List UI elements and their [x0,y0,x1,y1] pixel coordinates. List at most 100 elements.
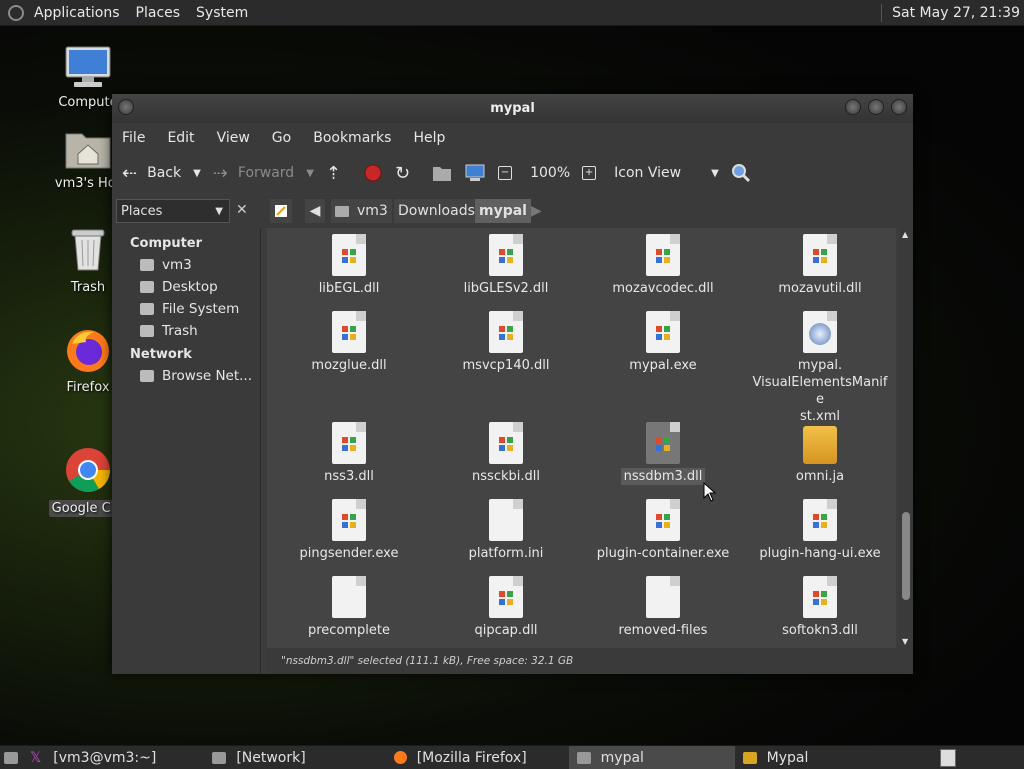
zoom-out-button[interactable]: − [498,166,518,180]
taskbar-item-terminal[interactable]: 𝕏 [vm3@vm3:~] [22,746,164,769]
breadcrumb-downloads[interactable]: Downloads [394,199,479,223]
menu-help[interactable]: Help [413,130,445,146]
file-item[interactable]: qipcap.dll [436,576,576,639]
file-item[interactable]: plugin-hang-ui.exe [750,499,890,562]
sidebar-item-vm3[interactable]: vm3 [140,257,260,273]
firefox-icon [393,751,407,764]
file-name: qipcap.dll [474,623,538,638]
up-button[interactable]: ⇡ [326,163,351,184]
menu-go[interactable]: Go [272,130,291,146]
file-item[interactable]: softokn3.dll [750,576,890,639]
xml-file-icon [803,311,837,353]
taskbar-item-label: [Network] [236,749,306,766]
menu-edit[interactable]: Edit [167,130,194,146]
workspace-switcher[interactable] [940,749,956,767]
scroll-up-icon[interactable]: ▲ [902,230,908,239]
minimize-button[interactable] [845,99,861,115]
window-menu-icon[interactable] [118,99,134,115]
forward-history-dropdown-icon[interactable]: ▼ [306,168,314,179]
scroll-down-icon[interactable]: ▼ [902,637,908,646]
file-item[interactable]: libEGL.dll [279,234,419,297]
search-button[interactable] [731,163,751,183]
file-item[interactable]: mozavutil.dll [750,234,890,297]
chevron-down-icon: ▼ [215,205,223,217]
file-item[interactable]: libGLESv2.dll [436,234,576,297]
executable-file-icon [803,234,837,276]
computer-icon [65,46,111,87]
file-item[interactable]: nss3.dll [279,422,419,485]
sidebar-item-desktop[interactable]: Desktop [140,279,260,295]
file-item[interactable]: omni.ja [750,422,890,485]
clock[interactable]: Sat May 27, 21:39 [892,5,1020,21]
file-item[interactable]: mozglue.dll [279,311,419,374]
close-button[interactable] [891,99,907,115]
sidebar-close-icon[interactable]: ✕ [236,202,248,218]
show-desktop-button[interactable] [0,746,22,769]
forward-arrow-icon: ⇢ [212,162,228,184]
taskbar-item-mypal-app[interactable]: Mypal [735,746,817,769]
scrollbar-thumb[interactable] [902,512,910,600]
file-item[interactable]: mozavcodec.dll [593,234,733,297]
firefox-icon [67,330,109,372]
file-name: libEGL.dll [318,281,380,296]
system-menu[interactable]: System [196,5,248,21]
file-item[interactable]: nssdbm3.dll [593,422,733,485]
breadcrumb-label: mypal [479,203,527,219]
file-item[interactable]: platform.ini [436,499,576,562]
back-history-dropdown-icon[interactable]: ▼ [193,168,201,179]
taskbar-item-mypal-folder[interactable]: mypal [568,746,735,769]
vertical-scrollbar[interactable]: ▲ ▼ [899,228,913,648]
sidebar-item-filesystem[interactable]: File System [140,301,260,317]
taskbar-item-firefox[interactable]: [Mozilla Firefox] [386,746,535,769]
places-menu[interactable]: Places [136,5,181,21]
reload-button[interactable]: ↻ [395,163,420,184]
sidebar-item-trash[interactable]: Trash [140,323,260,339]
menu-bookmarks[interactable]: Bookmarks [313,130,391,146]
menubar: File Edit View Go Bookmarks Help [112,123,913,153]
breadcrumb-label: Downloads [398,203,475,219]
file-item[interactable]: mypal.exe [593,311,733,374]
zoom-in-button[interactable]: + [582,166,602,180]
stop-button[interactable] [363,163,383,183]
file-item[interactable]: removed-files [593,576,733,639]
distro-logo-icon[interactable] [8,4,24,21]
file-name: nss3.dll [324,469,374,484]
menu-file[interactable]: File [122,130,145,146]
executable-file-icon [646,499,680,541]
mouse-pointer-icon [703,482,717,502]
edit-location-button[interactable] [270,199,292,223]
menu-view[interactable]: View [217,130,250,146]
applications-menu[interactable]: Applications [34,5,120,21]
home-button[interactable] [432,164,452,182]
toolbar: ⇠ Back ▼ ⇢ Forward ▼ ⇡ ↻ − 100% + Icon V… [112,153,913,193]
file-item[interactable]: precomplete [279,576,419,639]
window-titlebar[interactable]: mypal [112,94,913,123]
breadcrumb-scroll-right[interactable]: ▶ [527,199,545,223]
breadcrumb-vm3[interactable]: vm3 [331,199,392,223]
computer-button[interactable] [464,163,486,183]
file-name: mozavcodec.dll [612,281,714,296]
chrome-icon [66,448,110,492]
file-item[interactable]: plugin-container.exe [593,499,733,562]
taskbar-item-network[interactable]: [Network] [204,746,313,769]
back-button[interactable]: ⇠ Back ▼ [122,163,201,184]
forward-button[interactable]: ⇢ Forward ▼ [213,163,314,184]
mypal-icon [742,751,757,764]
file-item[interactable]: mypal. VisualElementsManife st.xml [750,311,890,425]
executable-file-icon [646,422,680,464]
breadcrumb-scroll-left[interactable]: ◀ [305,199,325,223]
file-item[interactable]: pingsender.exe [279,499,419,562]
trash-icon [140,325,154,337]
file-item[interactable]: nssckbi.dll [436,422,576,485]
home-folder-icon [335,205,349,217]
icon-view[interactable]: libEGL.dll libGLESv2.dll mozavcodec.dll moz… [267,228,896,648]
maximize-button[interactable] [868,99,884,115]
file-item[interactable]: msvcp140.dll [436,311,576,374]
sidebar-type-select[interactable]: Places ▼ [116,199,230,223]
executable-file-icon [646,234,680,276]
desktop-folder-icon [140,281,154,293]
breadcrumb-mypal[interactable]: mypal [475,199,531,223]
zoom-in-icon: + [582,166,597,180]
view-mode-select[interactable]: Icon View ▼ [614,165,719,181]
sidebar-item-browse-network[interactable]: Browse Net... [140,368,260,384]
